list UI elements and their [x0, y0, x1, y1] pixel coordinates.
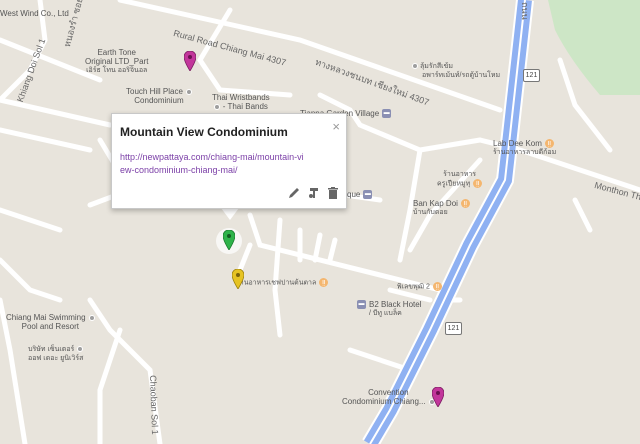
- place-restaurant-3[interactable]: พิเลขพุฒิ 2 ᴉᴉ: [397, 282, 442, 291]
- place-ban-kap-doi[interactable]: Ban Kap Doi ᴉᴉ บ้านกับดอย: [413, 199, 470, 217]
- place-earth-tone[interactable]: Earth Tone Original LTD_Part เอิร์ธ โทน ออ…: [85, 48, 148, 75]
- place-touch-hill[interactable]: Touch Hill Place Condominium: [126, 87, 192, 105]
- poi-dot-icon: [412, 63, 418, 70]
- restaurant-icon: ᴉᴉ: [460, 199, 470, 209]
- place-thai-wristbands[interactable]: Thai Wristbands - Thai Bands: [212, 93, 270, 111]
- hotel-icon: ▬: [382, 109, 392, 119]
- yellow-marker[interactable]: [232, 269, 244, 289]
- route-121-shield-bottom: 121: [445, 322, 462, 335]
- restaurant-icon: ᴉᴉ: [473, 179, 483, 188]
- map-canvas[interactable]: Rural Road Chiang Mai 4307 ทางหลวงชนบท เ…: [0, 0, 640, 444]
- hotel-icon: ▬: [363, 190, 373, 200]
- place-lab-dee-kom[interactable]: Lab Dee Kom ᴉᴉ ร้านอาหารลาบดีก้อม: [493, 139, 556, 157]
- highway-thai-label: ถนน: [520, 2, 530, 20]
- poi-dot-icon: [185, 88, 192, 95]
- route-121-shield-top: 121: [523, 69, 540, 82]
- poi-dot-icon: [77, 346, 84, 353]
- place-convention[interactable]: Convention Condominium Chiang...: [342, 388, 435, 406]
- hotel-icon: ▬: [357, 300, 366, 310]
- style-icon[interactable]: [307, 186, 321, 200]
- place-restaurant-2[interactable]: ร้านอาหารเชฟปานต้นตาล ᴉᴉ: [236, 278, 329, 287]
- place-west-wind[interactable]: West Wind Co., Ltd: [0, 9, 69, 18]
- poi-dot-icon: [88, 314, 95, 321]
- poi-dot-icon: [213, 103, 220, 110]
- place-restaurant-thai[interactable]: ร้านอาหาร ครูเปียหมูทุ ᴉᴉ: [437, 170, 483, 188]
- edit-icon[interactable]: [287, 186, 301, 200]
- place-que[interactable]: que ▬: [347, 190, 373, 200]
- restaurant-icon: ᴉᴉ: [319, 278, 329, 287]
- info-window: Mountain View Condominium × http://newpa…: [111, 113, 347, 209]
- info-window-tail: [221, 208, 239, 220]
- info-window-title: Mountain View Condominium: [120, 125, 288, 139]
- place-b2-hotel[interactable]: ▬ B2 Black Hotel / บีทู แบล็ค: [357, 300, 421, 318]
- close-icon[interactable]: ×: [332, 119, 340, 134]
- restaurant-icon: ᴉᴉ: [432, 282, 442, 291]
- pink-marker-bottom[interactable]: [432, 387, 444, 407]
- pink-marker-top[interactable]: [184, 51, 196, 71]
- delete-icon[interactable]: [326, 186, 340, 200]
- green-marker-selected[interactable]: [223, 230, 235, 250]
- place-swimming[interactable]: Chiang Mai Swimming Pool and Resort: [6, 313, 95, 331]
- place-company-thai[interactable]: บริษัท เซ็นเตอร์ ออฟ เดอะ ยูนิเวิร์ส: [28, 345, 83, 363]
- restaurant-icon: ᴉᴉ: [544, 139, 554, 149]
- info-window-link[interactable]: http://newpattaya.com/chiang-mai/mountai…: [120, 151, 306, 177]
- place-thai-top[interactable]: ลุ้มรักสีเข้ม อพาร์ทเม้นท์/รถตู้บ้านโหม: [412, 62, 500, 80]
- chaoban-label: Chaoban Sol 1: [148, 375, 161, 435]
